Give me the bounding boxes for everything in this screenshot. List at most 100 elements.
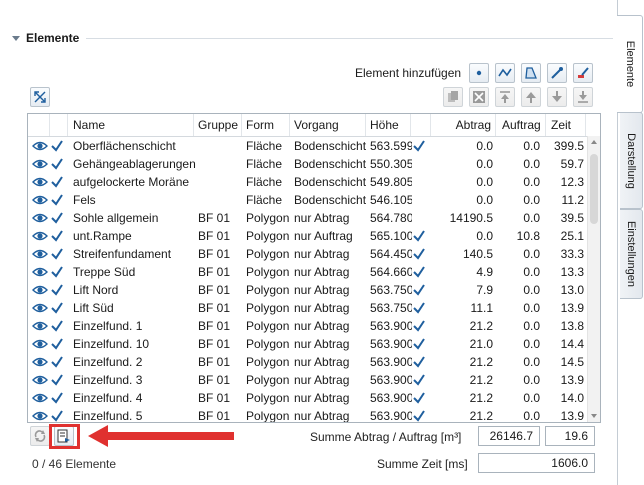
active-check-icon[interactable] [51, 299, 67, 317]
active-check-icon[interactable] [51, 227, 67, 245]
active-check-icon[interactable] [51, 335, 67, 353]
visibility-eye-icon[interactable] [32, 389, 50, 407]
collapse-triangle-icon[interactable] [12, 36, 20, 41]
visibility-eye-icon[interactable] [32, 155, 50, 173]
move-bottom-button[interactable] [573, 87, 593, 107]
visibility-eye-icon[interactable] [32, 407, 50, 422]
vertical-scrollbar[interactable] [587, 136, 600, 422]
table-row[interactable]: Lift Nord BF 01 Polygon nur Abtrag 563.750 7.… [28, 281, 588, 299]
hoehe-check-icon[interactable] [413, 299, 429, 317]
cell-gruppe [198, 173, 242, 191]
hoehe-check-icon[interactable] [413, 407, 429, 422]
table-row[interactable]: Einzelfund. 10 BF 01 Polygon nur Abtrag 563.… [28, 335, 588, 353]
visibility-eye-icon[interactable] [32, 281, 50, 299]
active-check-icon[interactable] [51, 389, 67, 407]
table-row[interactable]: Streifenfundament BF 01 Polygon nur Abtrag 5… [28, 245, 588, 263]
visibility-eye-icon[interactable] [32, 353, 50, 371]
elements-table[interactable]: Name Gruppe Form Vorgang Höhe Abtrag Auf… [27, 113, 601, 423]
scroll-thumb[interactable] [590, 154, 598, 224]
active-check-icon[interactable] [51, 137, 67, 155]
add-pick-button[interactable] [547, 63, 567, 83]
visibility-eye-icon[interactable] [32, 263, 50, 281]
table-row[interactable]: Einzelfund. 3 BF 01 Polygon nur Abtrag 563.9… [28, 371, 588, 389]
visibility-eye-icon[interactable] [32, 299, 50, 317]
move-down-button[interactable] [547, 87, 567, 107]
table-row[interactable]: unt.Rampe BF 01 Polygon nur Auftrag 565.100 0… [28, 227, 588, 245]
tab-einstellungen[interactable]: Einstellungen [620, 209, 643, 299]
header-hoehe[interactable]: Höhe [366, 114, 411, 136]
table-row[interactable]: aufgelockerte Moräne Fläche Bodenschicht 54… [28, 173, 588, 191]
hoehe-check-icon[interactable] [413, 263, 429, 281]
table-row[interactable]: Sohle allgemein BF 01 Polygon nur Abtrag 564… [28, 209, 588, 227]
active-check-icon[interactable] [51, 407, 67, 422]
header-hoehe-check[interactable] [411, 114, 431, 136]
add-brush-button[interactable] [573, 63, 593, 83]
header-form[interactable]: Form [242, 114, 290, 136]
scroll-up-icon[interactable] [591, 140, 597, 144]
hoehe-check-icon[interactable] [413, 371, 429, 389]
active-check-icon[interactable] [51, 209, 67, 227]
table-row[interactable]: Lift Süd BF 01 Polygon nur Abtrag 563.750 11.… [28, 299, 588, 317]
table-row[interactable]: Einzelfund. 1 BF 01 Polygon nur Abtrag 563.9… [28, 317, 588, 335]
hoehe-check-icon[interactable] [413, 209, 429, 227]
header-visibility[interactable] [28, 114, 50, 136]
delete-button[interactable] [469, 87, 489, 107]
table-row[interactable]: Einzelfund. 2 BF 01 Polygon nur Abtrag 563.9… [28, 353, 588, 371]
refresh-button[interactable] [30, 426, 50, 446]
hoehe-check-icon[interactable] [413, 155, 429, 173]
visibility-eye-icon[interactable] [32, 245, 50, 263]
header-auftrag[interactable]: Auftrag [496, 114, 546, 136]
hoehe-check-icon[interactable] [413, 173, 429, 191]
active-check-icon[interactable] [51, 317, 67, 335]
hoehe-check-icon[interactable] [413, 245, 429, 263]
header-active[interactable] [50, 114, 68, 136]
hoehe-check-icon[interactable] [413, 137, 429, 155]
visibility-eye-icon[interactable] [32, 191, 50, 209]
hoehe-check-icon[interactable] [413, 281, 429, 299]
active-check-icon[interactable] [51, 155, 67, 173]
hoehe-check-icon[interactable] [413, 353, 429, 371]
visibility-eye-icon[interactable] [32, 371, 50, 389]
header-zeit[interactable]: Zeit [546, 114, 586, 136]
visibility-eye-icon[interactable] [32, 227, 50, 245]
visibility-eye-icon[interactable] [32, 317, 50, 335]
active-check-icon[interactable] [51, 173, 67, 191]
table-row[interactable]: Einzelfund. 5 BF 01 Polygon nur Abtrag 563.9… [28, 407, 588, 422]
table-row[interactable]: Gehängeablagerungen Fläche Bodenschicht 550… [28, 155, 588, 173]
header-name[interactable]: Name [68, 114, 194, 136]
add-point-button[interactable] [469, 63, 489, 83]
tab-darstellung[interactable]: Darstellung [620, 112, 643, 209]
tab-elemente[interactable]: Elemente [617, 15, 643, 113]
scroll-down-icon[interactable] [591, 414, 597, 418]
hoehe-check-icon[interactable] [413, 389, 429, 407]
header-gruppe[interactable]: Gruppe [194, 114, 242, 136]
table-row[interactable]: Oberflächenschicht Fläche Bodenschicht 563.… [28, 137, 588, 155]
active-check-icon[interactable] [51, 371, 67, 389]
visibility-eye-icon[interactable] [32, 173, 50, 191]
hoehe-check-icon[interactable] [413, 227, 429, 245]
table-row[interactable]: Treppe Süd BF 01 Polygon nur Abtrag 564.660 4… [28, 263, 588, 281]
active-check-icon[interactable] [51, 353, 67, 371]
copy-button[interactable] [443, 87, 463, 107]
hoehe-check-icon[interactable] [413, 191, 429, 209]
move-up-button[interactable] [521, 87, 541, 107]
cell-hoehe: 565.100 [370, 229, 412, 243]
active-check-icon[interactable] [51, 245, 67, 263]
visibility-eye-icon[interactable] [32, 335, 50, 353]
zoom-extents-button[interactable] [30, 87, 50, 107]
header-vorgang[interactable]: Vorgang [290, 114, 366, 136]
active-check-icon[interactable] [51, 281, 67, 299]
visibility-eye-icon[interactable] [32, 209, 50, 227]
table-row[interactable]: Fels Fläche Bodenschicht 546.105 0.0 0.0 11.2 [28, 191, 588, 209]
move-top-button[interactable] [495, 87, 515, 107]
hoehe-check-icon[interactable] [413, 335, 429, 353]
active-check-icon[interactable] [51, 191, 67, 209]
hoehe-check-icon[interactable] [413, 317, 429, 335]
active-check-icon[interactable] [51, 263, 67, 281]
visibility-eye-icon[interactable] [32, 137, 50, 155]
add-area-button[interactable] [521, 63, 541, 83]
add-line-button[interactable] [495, 63, 515, 83]
table-row[interactable]: Einzelfund. 4 BF 01 Polygon nur Abtrag 563.9… [28, 389, 588, 407]
section-header[interactable]: Elemente [12, 31, 79, 45]
header-abtrag[interactable]: Abtrag [431, 114, 496, 136]
